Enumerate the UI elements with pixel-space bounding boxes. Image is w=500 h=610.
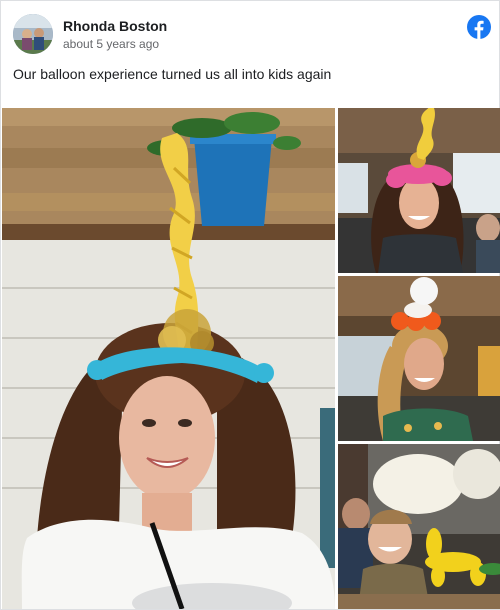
post-card: Rhonda Boston about 5 years ago Our ball…: [0, 0, 500, 610]
photo-main[interactable]: [2, 108, 335, 609]
avatar[interactable]: [13, 14, 53, 54]
author-name[interactable]: Rhonda Boston: [63, 18, 167, 34]
avatar-photo: [13, 14, 53, 54]
post-caption: Our balloon experience turned us all int…: [13, 66, 332, 82]
post-header: Rhonda Boston about 5 years ago: [1, 1, 500, 61]
photo-right-1[interactable]: [338, 108, 500, 273]
photo-right-2[interactable]: [338, 276, 500, 441]
photo-right-3[interactable]: [338, 444, 500, 609]
facebook-logo-icon[interactable]: [467, 15, 491, 39]
post-timestamp[interactable]: about 5 years ago: [63, 37, 159, 51]
